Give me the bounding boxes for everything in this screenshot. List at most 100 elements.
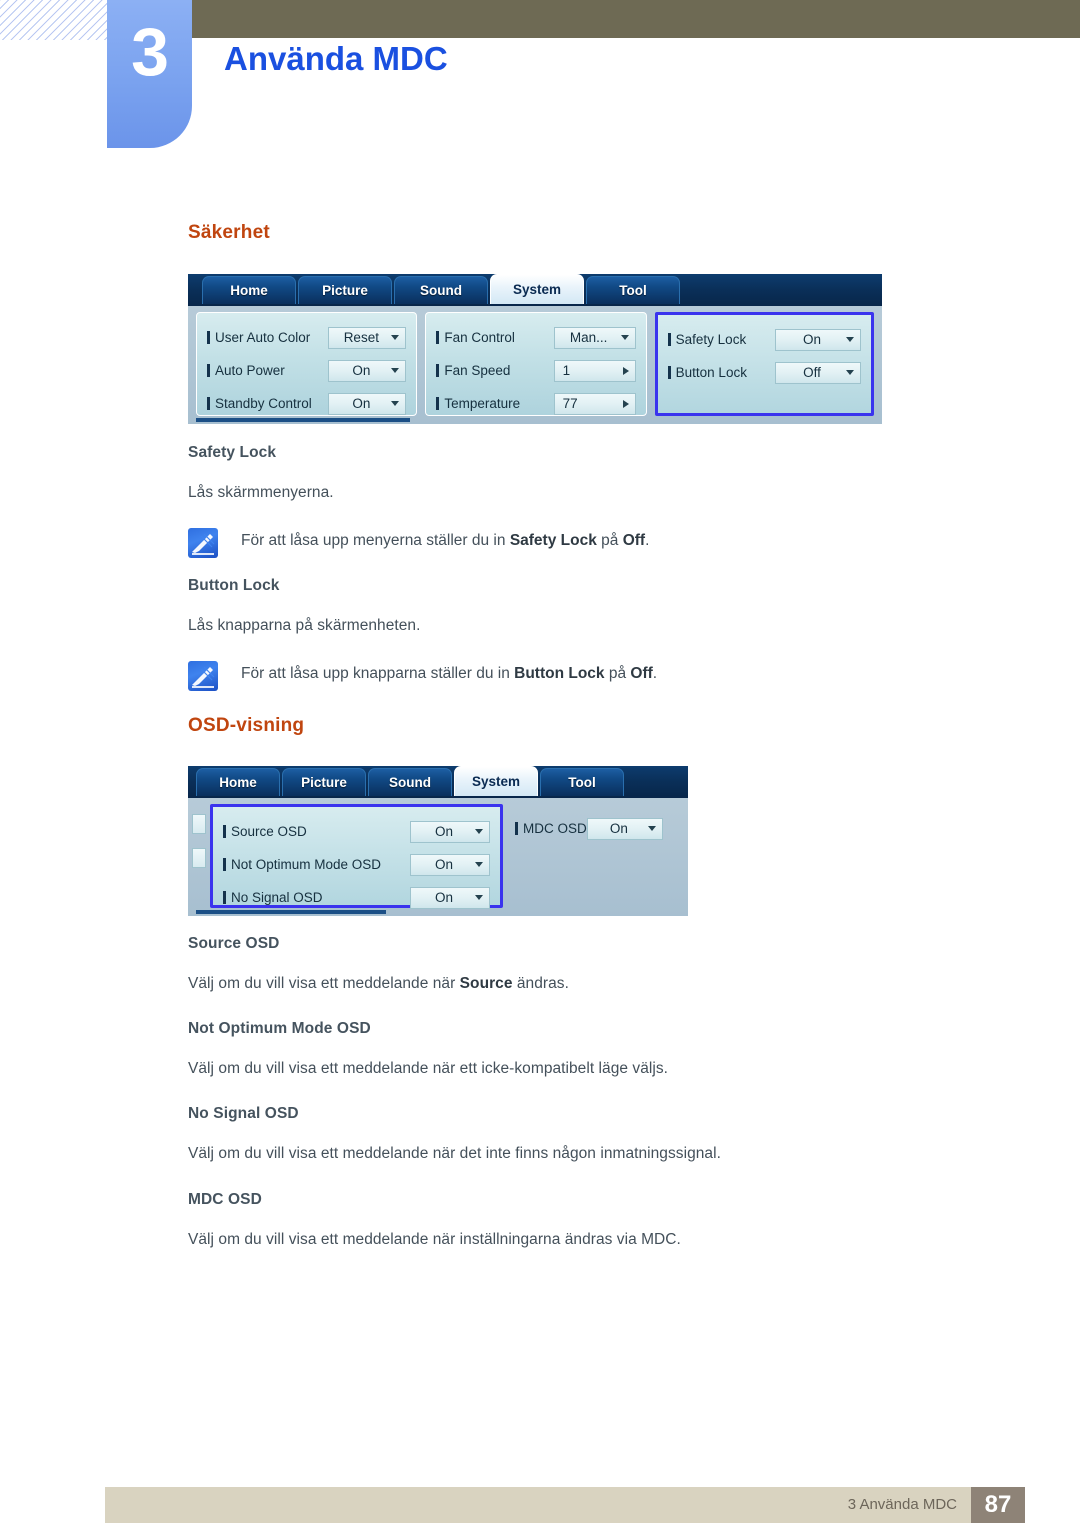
row-marker-icon	[223, 825, 226, 838]
footer-bar: 3 Använda MDC	[105, 1487, 971, 1523]
chevron-down-icon	[391, 401, 400, 406]
mdc-system-screenshot: Home Picture Sound System Tool User Auto…	[188, 274, 882, 424]
paragraph-not-optimum-mode-osd: Välj om du vill visa ett meddelande när …	[188, 1060, 669, 1077]
label-source-osd: Source OSD	[231, 824, 307, 839]
mdc-system-body: User Auto Color Reset Auto Power On Stan…	[188, 306, 882, 424]
mdc-osd-tab-home[interactable]: Home	[196, 768, 280, 796]
chevron-down-icon	[846, 370, 854, 375]
spinner-value: 1	[562, 363, 571, 378]
mdc-tab-picture[interactable]: Picture	[298, 276, 392, 304]
chevron-down-icon	[475, 862, 483, 867]
header-hatch-decoration	[0, 0, 108, 40]
chevron-down-icon	[846, 337, 854, 342]
mdc-row-fan-speed: Fan Speed 1	[436, 354, 636, 387]
dropdown-mdc-osd[interactable]: On	[586, 817, 663, 840]
chevron-down-icon	[475, 829, 483, 834]
mdc-group-fan: Fan Control Man... Fan Speed 1 Temperatu…	[425, 312, 647, 416]
mdc-osd-screenshot: Home Picture Sound System Tool Source OS…	[188, 766, 688, 916]
mdc-group-general: User Auto Color Reset Auto Power On Stan…	[196, 312, 418, 416]
row-marker-icon	[667, 333, 671, 346]
dropdown-value: Man...	[569, 330, 608, 345]
dropdown-safety-lock[interactable]: On	[775, 328, 861, 351]
label-user-auto-color: User Auto Color	[215, 330, 311, 345]
mdc-row-source-osd: Source OSD On	[223, 815, 490, 848]
mdc-row-auto-power: Auto Power On	[207, 354, 407, 387]
mdc-osd-tab-system[interactable]: System	[454, 766, 538, 796]
dropdown-button-lock[interactable]: Off	[775, 361, 861, 384]
dropdown-no-signal-osd[interactable]: On	[410, 886, 490, 909]
label-not-optimum-mode-osd: Not Optimum Mode OSD	[231, 857, 382, 872]
row-marker-icon	[667, 366, 671, 379]
footer-text: 3 Använda MDC	[847, 1496, 957, 1513]
chevron-down-icon	[391, 368, 400, 373]
mdc-system-footstrip	[196, 418, 410, 422]
mdc-osd-left-edge	[192, 804, 206, 908]
label-no-signal-osd: No Signal OSD	[231, 890, 323, 905]
paragraph-source-osd: Välj om du vill visa ett meddelande när …	[188, 975, 569, 992]
mdc-row-safety-lock: Safety Lock On	[667, 323, 861, 356]
dropdown-value: Reset	[343, 330, 379, 345]
dropdown-standby-control[interactable]: On	[328, 392, 407, 415]
dropdown-not-optimum-mode-osd[interactable]: On	[410, 853, 490, 876]
dropdown-value: Off	[803, 365, 821, 380]
spinner-fan-speed[interactable]: 1	[553, 359, 636, 382]
subsection-heading-mdc-osd: MDC OSD	[188, 1191, 262, 1208]
mdc-osd-tab-sound[interactable]: Sound	[368, 768, 452, 796]
chapter-number: 3	[131, 14, 169, 90]
partial-control-upper	[192, 814, 206, 834]
row-marker-icon	[207, 331, 210, 344]
mdc-osd-tab-tool[interactable]: Tool	[540, 768, 624, 796]
page-title: Använda MDC	[224, 40, 448, 77]
row-marker-icon	[515, 822, 518, 835]
mdc-row-user-auto-color: User Auto Color Reset	[207, 321, 407, 354]
dropdown-source-osd[interactable]: On	[410, 820, 490, 843]
row-marker-icon	[223, 891, 226, 904]
subsection-heading-safety-lock: Safety Lock	[188, 444, 277, 461]
mdc-row-button-lock: Button Lock Off	[667, 356, 861, 389]
mdc-row-not-optimum-mode-osd: Not Optimum Mode OSD On	[223, 848, 490, 881]
dropdown-user-auto-color[interactable]: Reset	[328, 326, 407, 349]
dropdown-value: On	[434, 824, 453, 839]
arrow-right-icon[interactable]	[622, 399, 629, 408]
header-olive-bar	[108, 0, 1080, 38]
subsection-heading-button-lock: Button Lock	[188, 577, 280, 594]
spinner-temperature[interactable]: 77	[553, 392, 636, 415]
paragraph-button-lock: Lås knapparna på skärmenheten.	[188, 617, 421, 634]
label-fan-speed: Fan Speed	[444, 363, 511, 378]
chevron-down-icon	[391, 335, 400, 340]
mdc-tab-sound[interactable]: Sound	[394, 276, 488, 304]
mdc-osd-group-right: MDC OSD On	[505, 804, 673, 908]
label-button-lock: Button Lock	[675, 365, 747, 380]
dropdown-auto-power[interactable]: On	[328, 359, 407, 382]
mdc-tab-system[interactable]: System	[490, 274, 584, 304]
arrow-right-icon[interactable]	[622, 366, 629, 375]
row-marker-icon	[223, 858, 226, 871]
dropdown-value: On	[609, 821, 628, 836]
mdc-tab-tool[interactable]: Tool	[586, 276, 680, 304]
mdc-osd-footstrip	[196, 910, 386, 914]
row-marker-icon	[207, 397, 210, 410]
mdc-row-standby-control: Standby Control On	[207, 387, 407, 420]
dropdown-fan-control[interactable]: Man...	[553, 326, 636, 349]
dropdown-value: On	[352, 396, 371, 411]
dropdown-value: On	[434, 890, 453, 905]
mdc-row-mdc-osd: MDC OSD On	[515, 812, 663, 845]
paragraph-safety-lock: Lås skärmmenyerna.	[188, 484, 334, 501]
label-auto-power: Auto Power	[215, 363, 285, 378]
row-marker-icon	[436, 331, 440, 344]
note-pen-icon	[188, 661, 218, 691]
dropdown-value: On	[434, 857, 453, 872]
mdc-tab-home[interactable]: Home	[202, 276, 296, 304]
section-heading-osd-visning: OSD-visning	[188, 715, 305, 736]
section-heading-sakerhet: Säkerhet	[188, 222, 270, 243]
mdc-osd-tab-picture[interactable]: Picture	[282, 768, 366, 796]
row-marker-icon	[436, 397, 440, 410]
label-temperature: Temperature	[444, 396, 521, 411]
mdc-osd-body: Source OSD On Not Optimum Mode OSD On No…	[188, 798, 688, 916]
subsection-heading-not-optimum-mode-osd: Not Optimum Mode OSD	[188, 1020, 371, 1037]
chevron-down-icon	[620, 335, 629, 340]
mdc-system-tabbar: Home Picture Sound System Tool	[188, 274, 882, 306]
note-pen-icon	[188, 528, 218, 558]
footer-page-number: 87	[971, 1487, 1025, 1523]
mdc-row-fan-control: Fan Control Man...	[436, 321, 636, 354]
